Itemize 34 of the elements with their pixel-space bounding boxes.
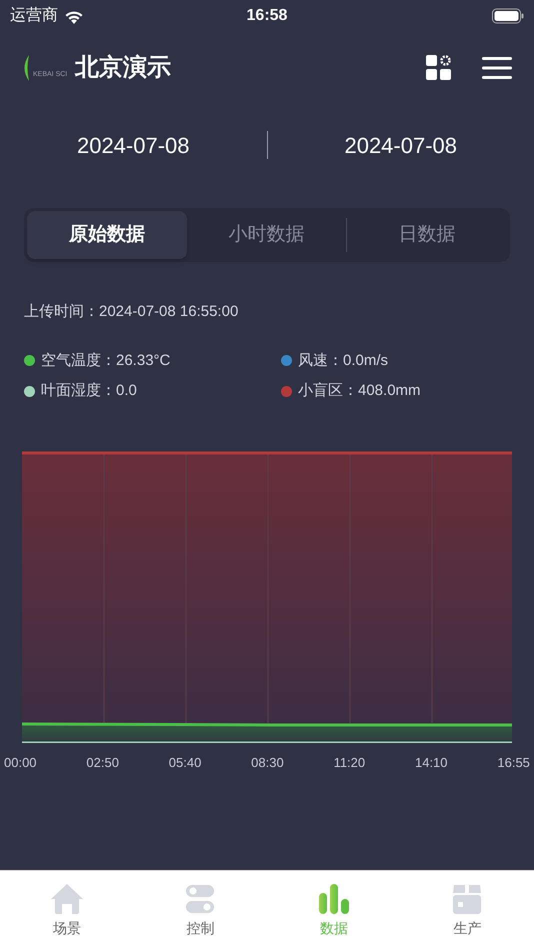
box-icon: [452, 883, 482, 915]
legend-text: 风速：0.0m/s: [298, 350, 388, 370]
segment-tab[interactable]: 原始数据: [27, 211, 187, 259]
axis-label: 11:20: [334, 754, 366, 772]
segment-tab[interactable]: 小时数据: [186, 211, 346, 259]
settings-grid-button[interactable]: [426, 55, 452, 81]
carrier-text: 运营商: [10, 6, 58, 26]
upload-time-text: 上传时间：2024-07-08 16:55:00: [24, 302, 240, 322]
axis-label: 16:55: [497, 754, 530, 772]
legend-text: 小盲区：408.0mm: [298, 381, 421, 401]
menu-icon: [482, 57, 512, 79]
tab-bar-item[interactable]: 场景: [0, 871, 134, 950]
page-title: 北京演示: [75, 53, 172, 83]
clock-text: 16:58: [246, 6, 288, 26]
home-icon: [50, 883, 84, 915]
start-date[interactable]: 2024-07-08: [0, 128, 266, 162]
grid-settings-icon: [426, 55, 452, 81]
legend-text: 空气温度：26.33°C: [41, 350, 170, 370]
toggles-icon: [185, 883, 216, 915]
tab-bar-item[interactable]: 控制: [134, 871, 267, 950]
segment-tab[interactable]: 日数据: [347, 211, 508, 259]
leaf-logo-icon: [22, 55, 30, 81]
legend-text: 叶面湿度：0.0: [41, 381, 137, 401]
axis-label: 08:30: [251, 754, 284, 772]
end-date[interactable]: 2024-07-08: [268, 128, 534, 162]
battery-icon: [492, 8, 524, 24]
axis-label: 00:00: [4, 754, 37, 772]
menu-button[interactable]: [482, 57, 512, 79]
axis-label: 14:10: [414, 754, 448, 772]
bar-chart-icon: [318, 883, 350, 915]
tab-bar-item[interactable]: 生产: [400, 871, 534, 950]
axis-label: 02:50: [86, 754, 119, 772]
wifi-icon: [64, 8, 84, 24]
axis-label: 05:40: [168, 754, 202, 772]
